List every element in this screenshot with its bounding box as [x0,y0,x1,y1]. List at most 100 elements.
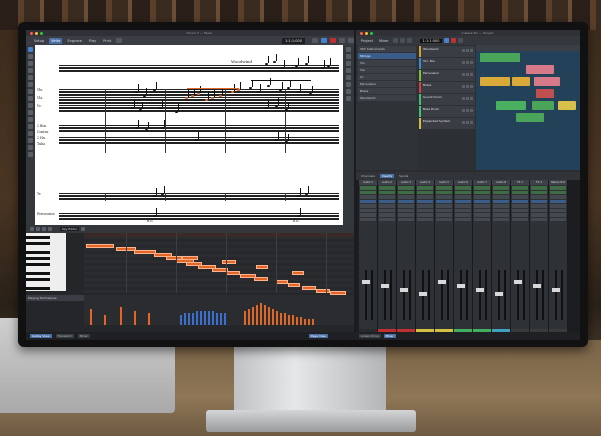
insert-slot[interactable] [493,190,509,194]
insert-slot[interactable] [550,204,566,208]
insert-slot[interactable] [417,199,433,203]
record-enable-icon[interactable] [470,85,473,88]
insert-slot[interactable] [531,186,547,190]
dynamics-icon[interactable] [346,68,351,73]
velocity-bar[interactable] [188,313,190,325]
inspector-row[interactable]: Vla [358,67,416,73]
event-part[interactable] [512,77,530,86]
event-part[interactable] [480,53,520,62]
velocity-bar[interactable] [244,311,246,325]
insert-slot[interactable] [360,195,376,199]
midi-note[interactable] [292,271,304,275]
velocity-bar[interactable] [248,309,250,325]
note-head[interactable] [273,61,276,63]
score-page[interactable]: Woodwind Vln Vla. Vc. 2 Bsn. Contra. 2 H… [35,45,343,225]
velocity-bar[interactable] [308,319,310,325]
tab-setup[interactable]: Setup [32,38,46,44]
mute-icon[interactable] [462,73,465,76]
insert-slot[interactable] [455,213,471,217]
velocity-bar[interactable] [312,319,314,325]
page-view-button[interactable]: Page View [308,334,328,338]
insert-slot[interactable] [531,217,547,221]
quarter-note-icon[interactable] [28,75,33,80]
status-button[interactable]: Mixer [77,334,90,338]
range-tool-icon[interactable] [399,38,405,43]
insert-slot[interactable] [417,208,433,212]
note-head[interactable] [295,65,298,67]
inspector-row[interactable]: Vln [358,60,416,66]
mute-icon[interactable] [462,97,465,100]
insert-slot[interactable] [474,208,490,212]
insert-slot[interactable] [436,195,452,199]
close-icon[interactable] [360,31,363,35]
note-head[interactable] [161,127,164,129]
note-head[interactable] [153,195,156,197]
midi-note[interactable] [134,250,156,254]
velocity-lane[interactable] [84,295,354,325]
staccato-icon[interactable] [28,152,33,157]
note-head[interactable] [135,127,138,129]
insert-slot[interactable] [436,186,452,190]
event-part[interactable] [536,89,554,98]
midi-note[interactable] [226,271,240,275]
insert-slot[interactable] [455,208,471,212]
velocity-bar[interactable] [180,315,182,325]
velocity-bar[interactable] [304,319,306,325]
fader-handle[interactable] [457,284,465,288]
dot-icon[interactable] [28,96,33,101]
inspector-row[interactable]: Vc [358,74,416,80]
insert-slot[interactable] [398,186,414,190]
insert-slot[interactable] [455,204,471,208]
panel-icon[interactable] [348,38,354,43]
tab-write[interactable]: Write [49,37,63,44]
sharp-icon[interactable] [28,110,33,115]
playing-techniques-icon[interactable] [346,82,351,87]
piano-roll-grid[interactable] [84,233,354,293]
fader-handle[interactable] [381,284,389,288]
snap-icon[interactable] [458,38,464,43]
insert-slot[interactable] [398,190,414,194]
insert-slot[interactable] [531,213,547,217]
insert-slot[interactable] [436,199,452,203]
note-head[interactable] [131,107,134,109]
velocity-bar[interactable] [134,311,136,325]
lane-header[interactable]: Playing Techniques [26,295,86,301]
note-head[interactable] [197,93,200,95]
note-head[interactable] [275,105,278,107]
tab-print[interactable]: Print [101,38,113,44]
inspector-row[interactable]: Brass [358,88,416,94]
note-head[interactable] [153,89,156,91]
fader-handle[interactable] [476,288,484,292]
tie-icon[interactable] [28,131,33,136]
accent-icon[interactable] [28,145,33,150]
insert-slot[interactable] [417,186,433,190]
note-head[interactable] [249,87,252,89]
insert-slot[interactable] [550,195,566,199]
event-part[interactable] [532,101,554,110]
note-head[interactable] [161,193,164,195]
black-key[interactable] [26,278,50,281]
velocity-bar[interactable] [90,309,92,325]
mixer-icon[interactable] [339,38,345,43]
tab-mixer[interactable]: Mixer [377,38,391,44]
mute-icon[interactable] [462,121,465,124]
insert-slot[interactable] [379,204,395,208]
insert-slot[interactable] [436,204,452,208]
midi-note[interactable] [256,265,268,269]
solo-icon[interactable] [466,85,469,88]
insert-slot[interactable] [474,204,490,208]
insert-slot[interactable] [550,208,566,212]
fader-handle[interactable] [533,284,541,288]
insert-slot[interactable] [550,186,566,190]
track-header[interactable]: Bass Drum [419,106,475,117]
midi-note[interactable] [276,280,288,284]
velocity-bar[interactable] [292,315,294,325]
black-key[interactable] [26,263,50,266]
erase-tool-icon[interactable] [42,227,46,231]
fader-handle[interactable] [438,280,446,284]
insert-slot[interactable] [379,199,395,203]
note-head[interactable] [297,91,300,93]
insert-slot[interactable] [455,199,471,203]
velocity-bar[interactable] [216,313,218,325]
play-icon[interactable] [444,38,450,43]
